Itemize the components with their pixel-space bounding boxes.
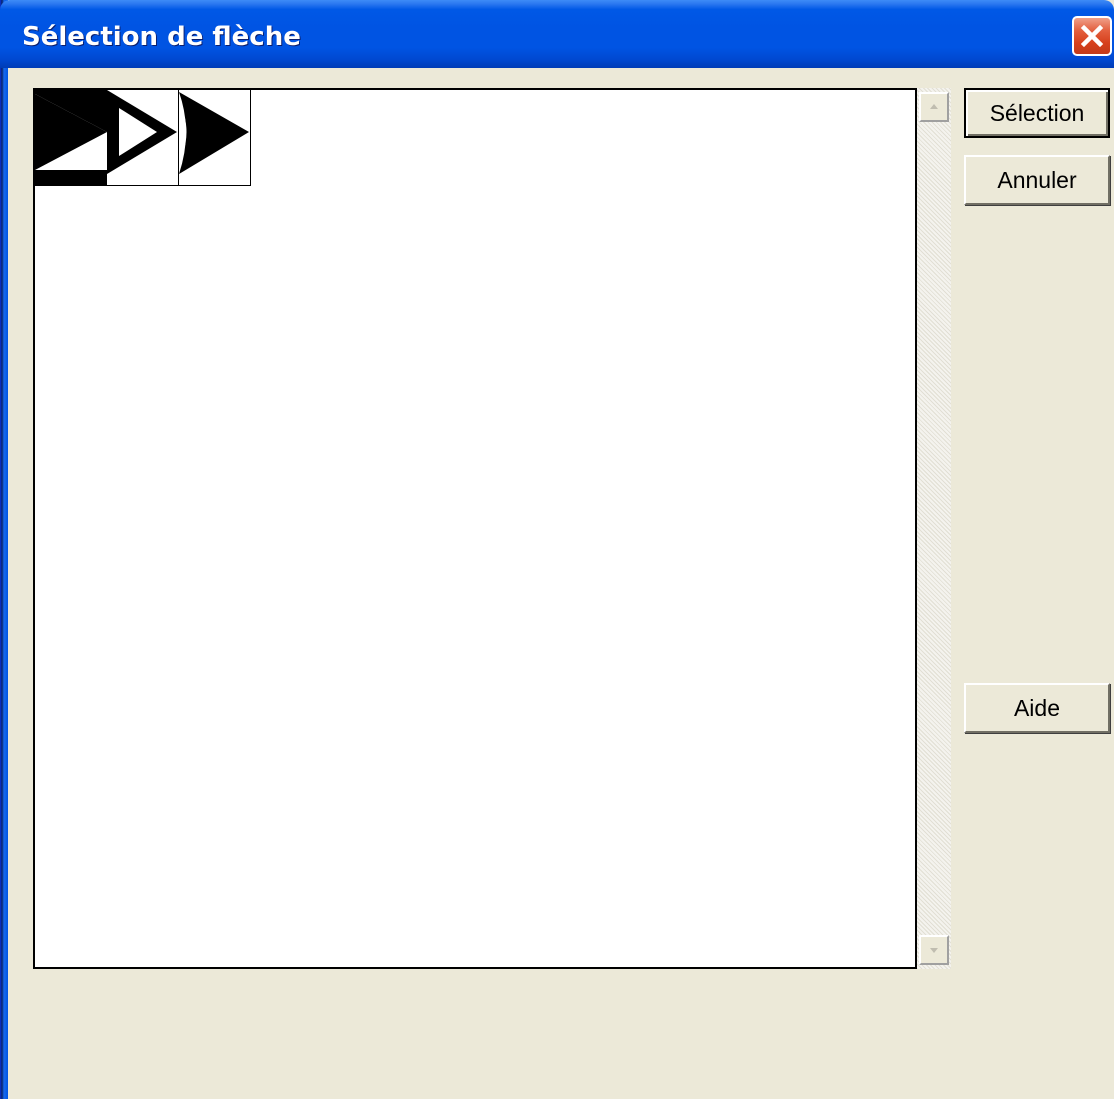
close-button[interactable] (1072, 16, 1112, 56)
close-icon (1080, 24, 1104, 48)
cancel-button[interactable]: Annuler (964, 155, 1110, 205)
vertical-scrollbar[interactable] (917, 88, 951, 969)
scroll-up-icon (930, 104, 938, 109)
arrow-selection-dialog: Sélection de flèche Sélection Annuler Ai… (0, 0, 1114, 1099)
window-frame (0, 0, 8, 1099)
filled-arrow-icon (35, 90, 107, 186)
arrow-item-curved[interactable] (179, 90, 251, 186)
scroll-down-icon (930, 948, 938, 953)
scroll-down-button[interactable] (919, 935, 949, 965)
arrow-list[interactable] (33, 88, 917, 969)
curved-arrow-icon (179, 92, 249, 174)
title-bar[interactable]: Sélection de flèche (0, 0, 1114, 68)
arrow-item-filled[interactable] (35, 90, 107, 186)
help-button[interactable]: Aide (964, 683, 1110, 733)
window-title: Sélection de flèche (22, 22, 301, 52)
scroll-up-button[interactable] (919, 92, 949, 122)
select-button[interactable]: Sélection (964, 88, 1110, 138)
arrow-item-outline[interactable] (107, 90, 179, 186)
outline-arrow-icon (107, 90, 177, 174)
